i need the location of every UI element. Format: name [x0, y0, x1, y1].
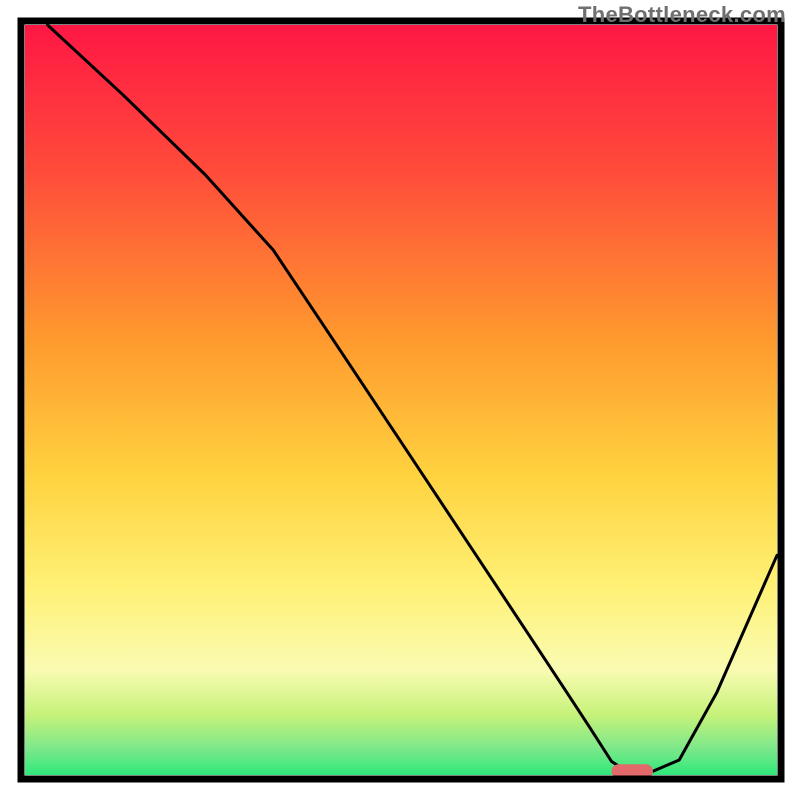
chart-gradient-background	[25, 25, 777, 775]
watermark-text: TheBottleneck.com	[578, 2, 786, 28]
bottleneck-chart: TheBottleneck.com	[0, 0, 800, 800]
chart-canvas	[0, 0, 800, 800]
